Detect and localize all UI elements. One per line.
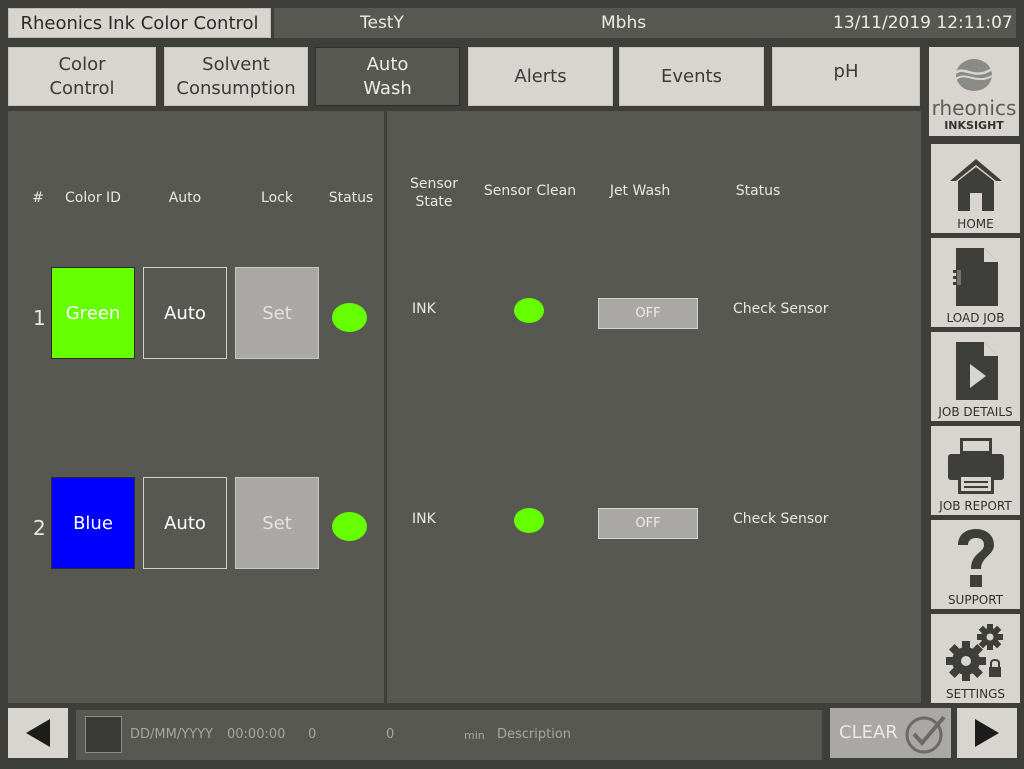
event-time: 00:00:00: [227, 727, 286, 742]
screen: Rheonics Ink Color Control TestY Mbhs 13…: [0, 0, 1024, 769]
sidebar-home-button[interactable]: HOME: [931, 144, 1020, 233]
header-auto: Auto: [168, 190, 202, 206]
tab-label: pH: [833, 61, 859, 82]
lock-set-button[interactable]: Set: [235, 477, 319, 569]
job-name: TestY: [360, 13, 404, 33]
app-title: Rheonics Ink Color Control: [8, 8, 271, 38]
tab-label: Wash: [363, 77, 412, 99]
next-button[interactable]: [957, 708, 1017, 758]
lock-set-button[interactable]: Set: [235, 267, 319, 359]
header-color-id: Color ID: [65, 190, 121, 206]
sidebar-label: HOME: [957, 217, 994, 231]
sidebar-label: JOB DETAILS: [938, 405, 1013, 419]
sensor-state: INK: [412, 301, 436, 317]
tab-label: Alerts: [514, 65, 567, 87]
tab-color-control[interactable]: Color Control: [8, 47, 156, 106]
rheonics-logo: rheonics INKSIGHT: [929, 47, 1019, 136]
check-circle-icon: [905, 715, 946, 754]
sidebar-label: SUPPORT: [947, 593, 1004, 607]
gears-lock-icon: [931, 618, 1020, 688]
tab-label: Events: [661, 65, 722, 87]
status-indicator: [332, 303, 367, 332]
event-value-1: 0: [308, 727, 317, 742]
header-status: Status: [328, 190, 374, 206]
event-bar: DD/MM/YYYY 00:00:00 0 0 min Description: [76, 710, 822, 760]
top-bar: Rheonics Ink Color Control TestY Mbhs 13…: [0, 0, 1024, 46]
header-sensor-clean: Sensor Clean: [483, 183, 577, 199]
sidebar-support-button[interactable]: SUPPORT: [931, 520, 1020, 609]
sidebar-job-report-button[interactable]: JOB REPORT: [931, 426, 1020, 515]
status-strip: TestY Mbhs 13/11/2019 12:11:07: [274, 8, 1016, 38]
event-date: DD/MM/YYYY: [130, 727, 213, 742]
datetime: 13/11/2019 12:11:07: [833, 13, 1013, 33]
header-sensor-state: Sensor State: [395, 175, 473, 211]
header-jet-wash: Jet Wash: [609, 183, 671, 199]
arrow-left-icon: [26, 719, 50, 747]
tab-label: Control: [49, 77, 115, 99]
printer-icon: [931, 430, 1020, 500]
document-icon: [931, 242, 1020, 312]
tab-label: Auto: [366, 53, 409, 75]
user-name: Mbhs: [601, 13, 647, 33]
sidebar-label: JOB REPORT: [939, 499, 1012, 513]
header-sensor-state-line1: Sensor: [410, 176, 458, 192]
sensor-clean-indicator: [514, 298, 544, 323]
tab-solvent-consumption[interactable]: Solvent Consumption: [164, 47, 308, 106]
question-icon: [931, 524, 1020, 594]
color-id-box: Blue: [51, 477, 135, 569]
event-description: Description: [497, 727, 572, 742]
event-status-box: [85, 716, 122, 753]
sidebar-load-job-button[interactable]: LOAD JOB: [931, 238, 1020, 327]
jet-wash-toggle[interactable]: OFF: [598, 508, 698, 539]
tab-label: Solvent: [202, 53, 270, 75]
clear-button[interactable]: CLEAR: [830, 708, 951, 758]
status-indicator: [332, 512, 367, 541]
event-unit: min: [464, 729, 485, 742]
header-lock: Lock: [261, 190, 293, 206]
tab-auto-wash[interactable]: Auto Wash: [315, 47, 460, 106]
sensor-status: Check Sensor: [733, 301, 829, 317]
sidebar-job-details-button[interactable]: JOB DETAILS: [931, 332, 1020, 421]
header-status-right: Status: [735, 183, 781, 199]
tab-label: Consumption: [176, 77, 296, 99]
event-value-2: 0: [386, 727, 395, 742]
arrow-right-icon: [975, 719, 999, 747]
row-number: 2: [33, 516, 46, 540]
sensor-clean-indicator: [514, 508, 544, 533]
header-number: #: [32, 190, 44, 206]
home-icon: [931, 148, 1020, 218]
row-number: 1: [33, 306, 46, 330]
sidebar-label: LOAD JOB: [946, 311, 1005, 325]
header-sensor-state-line2: State: [415, 194, 453, 210]
tab-label: Color: [58, 53, 106, 75]
auto-button[interactable]: Auto: [143, 267, 227, 359]
sensor-state: INK: [412, 511, 436, 527]
auto-button[interactable]: Auto: [143, 477, 227, 569]
clear-label: CLEAR: [839, 722, 898, 743]
color-id-box: Green: [51, 267, 135, 359]
tab-events[interactable]: Events: [619, 47, 764, 106]
tab-alerts[interactable]: Alerts: [468, 47, 613, 106]
previous-button[interactable]: [8, 708, 68, 758]
play-document-icon: [931, 336, 1020, 406]
sidebar-settings-button[interactable]: SETTINGS: [931, 614, 1020, 703]
tab-ph[interactable]: pH: [772, 47, 920, 106]
brand-name: rheonics: [931, 96, 1017, 120]
jet-wash-toggle[interactable]: OFF: [598, 298, 698, 329]
sidebar-label: SETTINGS: [945, 687, 1006, 701]
sensor-status: Check Sensor: [733, 511, 829, 527]
product-name: INKSIGHT: [944, 119, 1004, 132]
panel-divider: [384, 111, 387, 703]
